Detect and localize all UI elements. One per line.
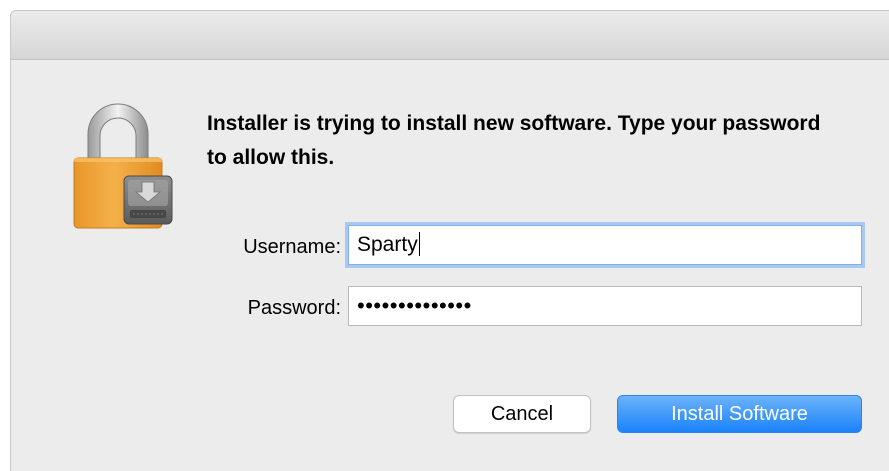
install-software-button[interactable]: Install Software (617, 395, 862, 433)
cancel-button[interactable]: Cancel (453, 395, 591, 433)
password-field[interactable]: •••••••••••••• (348, 286, 862, 326)
password-masked-value: •••••••••••••• (357, 293, 472, 318)
lock-icon (73, 103, 173, 229)
auth-dialog-window: Installer is trying to install new softw… (10, 10, 889, 471)
password-label: Password: (247, 297, 341, 319)
title-bar[interactable] (11, 11, 889, 60)
dialog-content: Installer is trying to install new softw… (11, 60, 889, 471)
username-field[interactable]: Sparty (348, 225, 862, 265)
username-label: Username: (243, 236, 341, 258)
text-caret (418, 232, 420, 256)
username-value: Sparty (357, 233, 418, 256)
auth-message: Installer is trying to install new softw… (207, 112, 821, 169)
